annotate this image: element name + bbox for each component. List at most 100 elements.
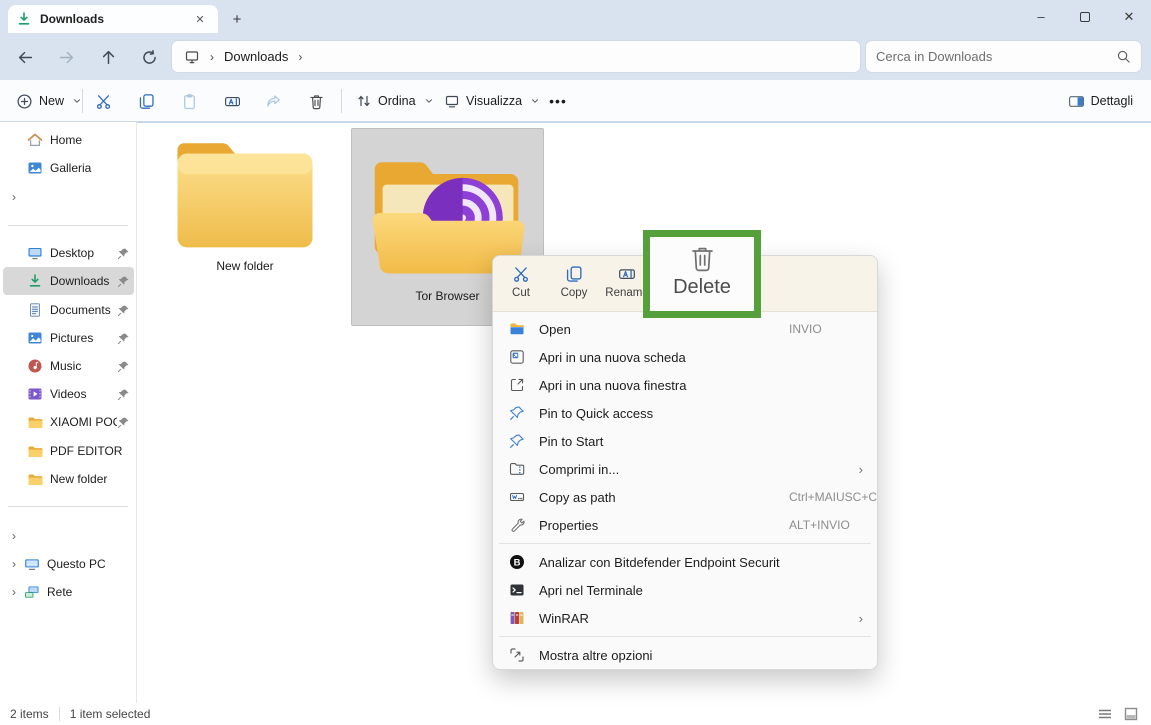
maximize-button[interactable] (1063, 0, 1107, 33)
status-bar: 2 items 1 item selected (0, 703, 1151, 725)
quick-cut-button[interactable]: Cut (495, 262, 547, 308)
pin-icon[interactable] (117, 304, 130, 317)
breadcrumb-chevron-icon[interactable]: › (298, 50, 302, 64)
more-options-button[interactable]: ••• (540, 85, 576, 117)
menu-separator (499, 636, 871, 637)
sidebar-item-new-folder[interactable]: New folder (3, 465, 134, 493)
sort-icon (356, 93, 372, 109)
search-box[interactable] (866, 41, 1141, 72)
sidebar-item-rete[interactable]: › Rete (3, 578, 134, 606)
folder-icon (27, 443, 43, 459)
delete-highlight-label: Delete (673, 276, 731, 299)
delete-highlight-box[interactable]: Delete (643, 230, 761, 318)
desktop-icon (27, 245, 43, 261)
menu-item-pin-quick-access[interactable]: Pin to Quick access (497, 399, 873, 427)
sidebar-divider (8, 506, 128, 507)
delete-button[interactable] (298, 85, 334, 117)
minimize-button[interactable]: – (1019, 0, 1063, 33)
details-pane-button[interactable]: Dettagli (1060, 85, 1141, 117)
sidebar-item-pictures[interactable]: Pictures (3, 324, 134, 352)
navigation-pane: Home Galleria › Desktop Downloads Docume… (0, 122, 137, 703)
new-tab-button[interactable]: + (226, 8, 248, 30)
sidebar-item-downloads[interactable]: Downloads (3, 267, 134, 295)
menu-item-show-more-options[interactable]: Mostra altre opzioni (497, 641, 873, 669)
sidebar-item-xiaomi[interactable]: XIAOMI POCO F (3, 408, 134, 436)
pin-icon[interactable] (117, 388, 130, 401)
details-view-toggle[interactable] (1097, 707, 1113, 721)
menu-item-winrar[interactable]: WinRAR › (497, 604, 873, 632)
submenu-chevron-icon: › (859, 611, 863, 626)
pin-icon (509, 433, 525, 449)
show-more-options-icon (509, 647, 525, 663)
share-button[interactable] (255, 85, 291, 117)
new-button[interactable]: New (8, 85, 90, 117)
tab-close-button[interactable]: ✕ (190, 9, 210, 29)
menu-item-copy-as-path[interactable]: Copy as path Ctrl+MAIUSC+C (497, 483, 873, 511)
sidebar-item-questo-pc[interactable]: › Questo PC (3, 550, 134, 578)
refresh-button[interactable] (134, 42, 164, 72)
share-icon (265, 93, 282, 110)
sidebar-item-documents[interactable]: Documents (3, 296, 134, 324)
downloads-icon (27, 273, 43, 289)
menu-item-open-new-window[interactable]: Apri in una nuova finestra (497, 371, 873, 399)
details-pane-label: Dettagli (1091, 94, 1133, 108)
pictures-icon (27, 330, 43, 346)
cut-button[interactable] (85, 85, 121, 117)
sidebar-group-chevron[interactable]: › (3, 183, 134, 211)
sort-button[interactable]: Ordina (348, 85, 442, 117)
copy-icon (565, 265, 583, 283)
search-icon (1116, 49, 1131, 64)
address-bar[interactable]: › Downloads › (172, 41, 860, 72)
sidebar-item-home[interactable]: Home (3, 126, 134, 154)
pin-icon[interactable] (117, 247, 130, 260)
trash-icon (308, 93, 325, 110)
this-pc-icon (24, 556, 40, 572)
sidebar-item-galleria[interactable]: Galleria (3, 154, 134, 182)
sidebar-item-pdf-editor[interactable]: PDF EDITOR (3, 437, 134, 465)
gallery-icon (27, 160, 43, 176)
close-button[interactable]: ✕ (1107, 0, 1151, 33)
chevron-right-icon: › (6, 557, 22, 571)
sidebar-group-chevron[interactable]: › (3, 522, 134, 550)
menu-item-properties[interactable]: Properties ALT+INVIO (497, 511, 873, 539)
breadcrumb-chevron-icon: › (210, 50, 214, 64)
menu-item-open[interactable]: Open INVIO (497, 315, 873, 343)
file-explorer-window: Downloads ✕ + – ✕ › Downloads › (0, 0, 1151, 725)
new-button-label: New (39, 94, 64, 108)
up-button[interactable] (93, 42, 123, 72)
sidebar-item-music[interactable]: Music (3, 352, 134, 380)
network-icon (24, 584, 40, 600)
maximize-icon (1080, 12, 1090, 22)
copy-button[interactable] (128, 85, 164, 117)
rename-button[interactable] (214, 85, 250, 117)
navigation-bar: › Downloads › (0, 33, 1151, 80)
menu-item-pin-to-start[interactable]: Pin to Start (497, 427, 873, 455)
sidebar-item-videos[interactable]: Videos (3, 380, 134, 408)
paste-button[interactable] (171, 85, 207, 117)
file-tile-new-folder[interactable]: New folder (166, 131, 324, 329)
open-new-tab-icon (509, 349, 525, 365)
forward-button[interactable] (51, 42, 81, 72)
pin-icon[interactable] (117, 416, 130, 429)
sidebar-item-desktop[interactable]: Desktop (3, 239, 134, 267)
search-input[interactable] (876, 49, 1116, 64)
pin-icon[interactable] (117, 275, 130, 288)
menu-item-open-new-tab[interactable]: Apri in una nuova scheda (497, 343, 873, 371)
pin-icon[interactable] (117, 360, 130, 373)
pin-icon[interactable] (117, 332, 130, 345)
tab-downloads[interactable]: Downloads ✕ (8, 5, 218, 33)
menu-item-open-terminal[interactable]: Apri nel Terminale (497, 576, 873, 604)
view-button[interactable]: Visualizza (436, 85, 548, 117)
file-name: Tor Browser (415, 289, 479, 303)
toolbar-separator (341, 89, 342, 113)
view-icon (444, 93, 460, 109)
open-new-window-icon (509, 377, 525, 393)
command-bar: New Ordina Visualizza (0, 80, 1151, 122)
back-button[interactable] (10, 42, 40, 72)
sort-button-label: Ordina (378, 94, 416, 108)
menu-item-compress[interactable]: Comprimi in... › (497, 455, 873, 483)
large-icons-view-toggle[interactable] (1123, 707, 1139, 721)
menu-item-bitdefender-scan[interactable]: B Analizar con Bitdefender Endpoint Secu… (497, 548, 873, 576)
quick-copy-button[interactable]: Copy (548, 262, 600, 308)
breadcrumb-downloads[interactable]: Downloads (224, 49, 288, 64)
